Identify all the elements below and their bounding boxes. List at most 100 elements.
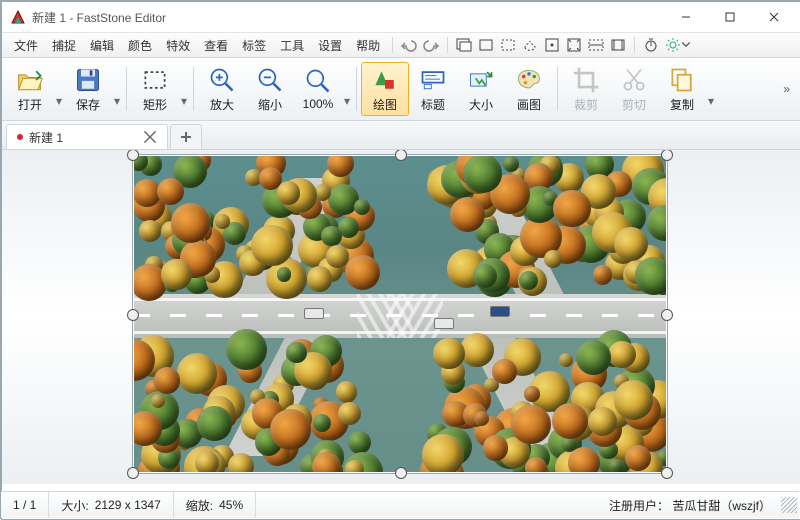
- tab-label: 新建 1: [29, 129, 143, 146]
- menubar: 文件 捕捉 编辑 颜色 特效 查看 标签 工具 设置 帮助: [2, 33, 800, 58]
- status-zoom-value: 45%: [219, 498, 243, 512]
- image-selection[interactable]: [132, 154, 668, 474]
- redo-icon[interactable]: [421, 35, 441, 55]
- open-button[interactable]: 打开: [6, 62, 54, 116]
- status-user: 注册用户： 苦瓜甘甜（wszjf）: [599, 497, 781, 514]
- size-button[interactable]: 大小: [457, 62, 505, 116]
- minimize-button[interactable]: [664, 2, 708, 32]
- draw-button[interactable]: 绘图: [361, 62, 409, 116]
- menu-help[interactable]: 帮助: [350, 35, 386, 56]
- crop-icon: [572, 66, 600, 94]
- tabbar: 新建 1: [2, 121, 800, 150]
- cut-label: 剪切: [622, 96, 646, 113]
- modified-dot-icon: [17, 134, 23, 140]
- copy-dropdown[interactable]: ▾: [706, 56, 716, 122]
- status-user-value: 苦瓜甘甜（wszjf）: [672, 499, 771, 513]
- save-dropdown[interactable]: ▾: [112, 56, 122, 122]
- rect-dropdown[interactable]: ▾: [179, 56, 189, 122]
- close-button[interactable]: [752, 2, 796, 32]
- zoom-out-button[interactable]: 缩小: [246, 62, 294, 116]
- handle-top-right[interactable]: [661, 150, 673, 161]
- timer-icon[interactable]: [641, 35, 661, 55]
- status-size-label: 大小:: [61, 497, 88, 514]
- toolbar: 打开 ▾ 保存 ▾ 矩形 ▾ 放大 缩小 100% ▾ 绘图 标题 大小: [2, 58, 800, 121]
- draw-icon: [371, 66, 399, 94]
- scissors-icon: [620, 66, 648, 94]
- cut-button[interactable]: 剪切: [610, 62, 658, 116]
- open-folder-icon: [16, 66, 44, 94]
- copy-button[interactable]: 复制: [658, 62, 706, 116]
- new-tab-button[interactable]: [170, 124, 202, 149]
- freeform-icon[interactable]: [520, 35, 540, 55]
- menu-view[interactable]: 查看: [198, 35, 234, 56]
- marquee-icon[interactable]: [498, 35, 518, 55]
- status-user-label: 注册用户：: [609, 499, 669, 513]
- open-label: 打开: [18, 96, 42, 113]
- crop-tool-icon[interactable]: [586, 35, 606, 55]
- menu-file[interactable]: 文件: [8, 35, 44, 56]
- fullscreen-icon[interactable]: [542, 35, 562, 55]
- crop-button[interactable]: 裁剪: [562, 62, 610, 116]
- statusbar: 1 / 1 大小: 2129 x 1347 缩放: 45% 注册用户： 苦瓜甘甜…: [1, 491, 799, 518]
- tab-document[interactable]: 新建 1: [6, 124, 168, 149]
- capture-rect-icon[interactable]: [476, 35, 496, 55]
- window-title: 新建 1 - FastStone Editor: [32, 9, 166, 26]
- menu-effects[interactable]: 特效: [160, 35, 196, 56]
- caption-label: 标题: [421, 96, 445, 113]
- handle-mid-right[interactable]: [661, 309, 673, 321]
- zoom-100-label: 100%: [303, 97, 334, 111]
- arrows-out-icon[interactable]: [564, 35, 584, 55]
- capture-window-icon[interactable]: [454, 35, 474, 55]
- status-page: 1 / 1: [1, 492, 49, 518]
- handle-bottom-left[interactable]: [127, 467, 139, 479]
- status-zoom: 缩放: 45%: [174, 492, 256, 518]
- zoom-out-label: 缩小: [258, 96, 282, 113]
- titlebar: 新建 1 - FastStone Editor: [2, 2, 800, 33]
- caption-button[interactable]: 标题: [409, 62, 457, 116]
- handle-bottom-right[interactable]: [661, 467, 673, 479]
- canvas-area[interactable]: [2, 150, 800, 484]
- paint-label: 画图: [517, 96, 541, 113]
- status-zoom-label: 缩放:: [186, 497, 213, 514]
- filmstrip-icon[interactable]: [608, 35, 628, 55]
- undo-icon[interactable]: [399, 35, 419, 55]
- rect-label: 矩形: [143, 96, 167, 113]
- rect-select-button[interactable]: 矩形: [131, 62, 179, 116]
- palette-icon: [515, 66, 543, 94]
- toolbar-overflow-icon[interactable]: »: [783, 82, 796, 96]
- marquee-rect-icon: [141, 66, 169, 94]
- resize-icon: [467, 66, 495, 94]
- copy-label: 复制: [670, 96, 694, 113]
- image-preview: [134, 156, 666, 472]
- menu-settings[interactable]: 设置: [312, 35, 348, 56]
- save-icon: [74, 66, 102, 94]
- size-label: 大小: [469, 96, 493, 113]
- draw-label: 绘图: [373, 96, 397, 113]
- handle-bottom-mid[interactable]: [395, 467, 407, 479]
- gear-icon[interactable]: [663, 35, 683, 55]
- handle-mid-left[interactable]: [127, 309, 139, 321]
- zoom-in-icon: [208, 66, 236, 94]
- zoom-100-button[interactable]: 100%: [294, 62, 342, 116]
- zoom-in-label: 放大: [210, 96, 234, 113]
- menu-tools[interactable]: 工具: [274, 35, 310, 56]
- paint-button[interactable]: 画图: [505, 62, 553, 116]
- gear-dropdown-icon[interactable]: [681, 35, 691, 55]
- resize-grip-icon[interactable]: [781, 497, 797, 513]
- menu-capture[interactable]: 捕捉: [46, 35, 82, 56]
- zoom-100-icon: [304, 67, 332, 95]
- menu-color[interactable]: 颜色: [122, 35, 158, 56]
- app-icon: [10, 9, 26, 25]
- image-frame: [132, 154, 668, 474]
- status-size-value: 2129 x 1347: [95, 498, 161, 512]
- open-dropdown[interactable]: ▾: [54, 56, 64, 122]
- maximize-button[interactable]: [708, 2, 752, 32]
- zoom-in-button[interactable]: 放大: [198, 62, 246, 116]
- caption-icon: [419, 66, 447, 94]
- menu-edit[interactable]: 编辑: [84, 35, 120, 56]
- save-button[interactable]: 保存: [64, 62, 112, 116]
- status-size: 大小: 2129 x 1347: [49, 492, 173, 518]
- tab-close-icon[interactable]: [143, 130, 157, 144]
- zoom-dropdown[interactable]: ▾: [342, 56, 352, 122]
- menu-tags[interactable]: 标签: [236, 35, 272, 56]
